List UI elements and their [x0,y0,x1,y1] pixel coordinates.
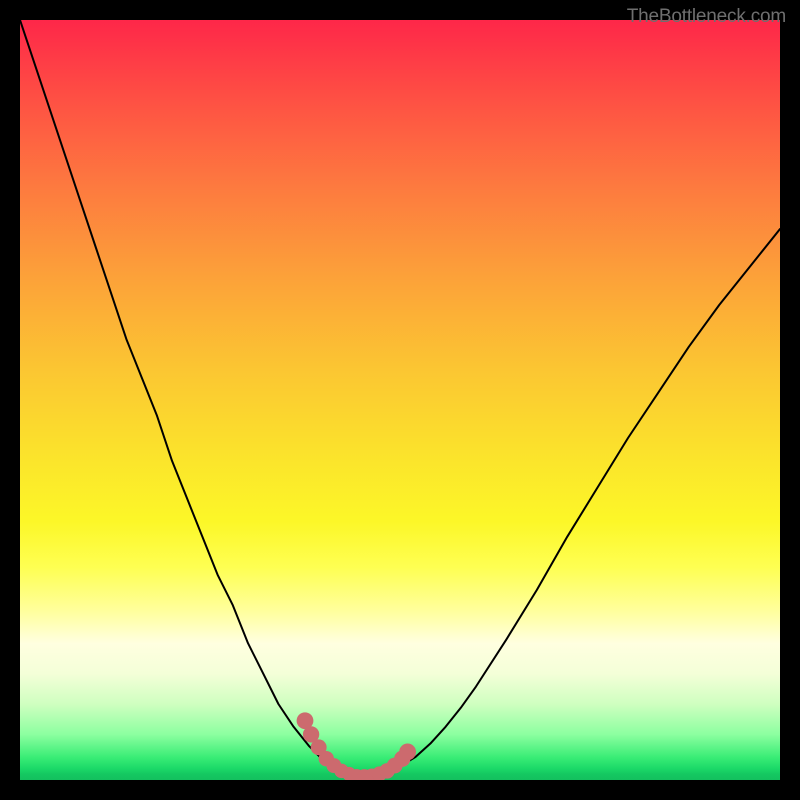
curve-markers [297,712,416,780]
chart-plot-area [20,20,780,780]
chart-svg-layer [20,20,780,780]
bottleneck-curve [20,20,780,776]
watermark-text: TheBottleneck.com [627,6,786,28]
curve-marker [399,743,416,760]
chart-stage: TheBottleneck.com [0,0,800,800]
